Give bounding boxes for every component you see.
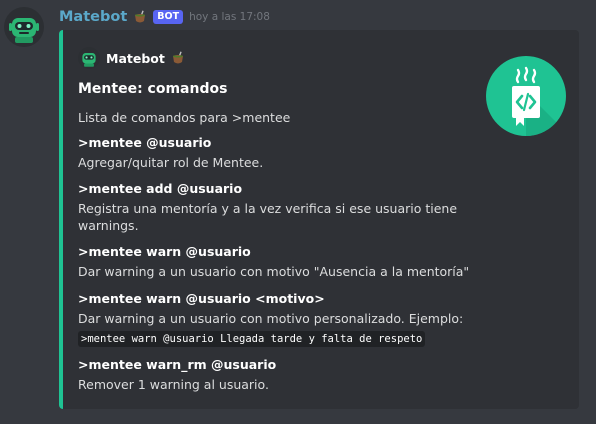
field-name: >mentee warn_rm @usuario <box>78 357 277 372</box>
code-document-icon <box>512 66 566 136</box>
message-header: Matebot BOT hoy a las 17:08 <box>59 9 270 25</box>
bot-badge: BOT <box>153 10 184 24</box>
embed-thumbnail[interactable] <box>486 56 566 136</box>
username[interactable]: Matebot <box>59 9 127 25</box>
code-example: >mentee warn @usuario Llegada tarde y fa… <box>78 331 426 347</box>
embed-description: Lista de comandos para >mentee <box>78 110 291 125</box>
field-value: Dar warning a un usuario con motivo "Aus… <box>78 264 470 279</box>
mate-cup-icon <box>172 51 183 64</box>
embed-field: >mentee warn @usuario Dar warning a un u… <box>78 244 470 280</box>
bot-avatar[interactable] <box>4 7 44 47</box>
field-name: >mentee warn @usuario <motivo> <box>78 291 325 306</box>
field-value: Remover 1 warning al usuario. <box>78 377 269 392</box>
field-value: Dar warning a un usuario con motivo pers… <box>78 311 464 326</box>
field-value: Agregar/quitar rol de Mentee. <box>78 155 264 170</box>
embed-field: >mentee warn @usuario <motivo> Dar warni… <box>78 291 463 347</box>
field-value: Registra una mentoría y a la vez verific… <box>78 201 458 233</box>
robot-avatar-icon <box>82 53 96 67</box>
embed-author: Matebot <box>78 47 185 69</box>
robot-avatar-icon <box>9 18 39 43</box>
embed-author-name: Matebot <box>106 50 165 66</box>
field-name: >mentee add @usuario <box>78 181 243 196</box>
embed-card: Matebot Mentee: comandos Lista de comand… <box>59 30 579 409</box>
mate-cup-icon <box>135 10 146 23</box>
field-name: >mentee warn @usuario <box>78 244 251 259</box>
embed-field: >mentee @usuario Agregar/quitar rol de M… <box>78 135 463 171</box>
embed-title: Mentee: comandos <box>78 81 228 97</box>
field-name: >mentee @usuario <box>78 135 212 150</box>
message-timestamp: hoy a las 17:08 <box>189 11 270 23</box>
embed-author-avatar <box>78 47 100 69</box>
embed-field: >mentee warn_rm @usuario Remover 1 warni… <box>78 357 463 393</box>
embed-field: >mentee add @usuario Registra una mentor… <box>78 181 463 234</box>
